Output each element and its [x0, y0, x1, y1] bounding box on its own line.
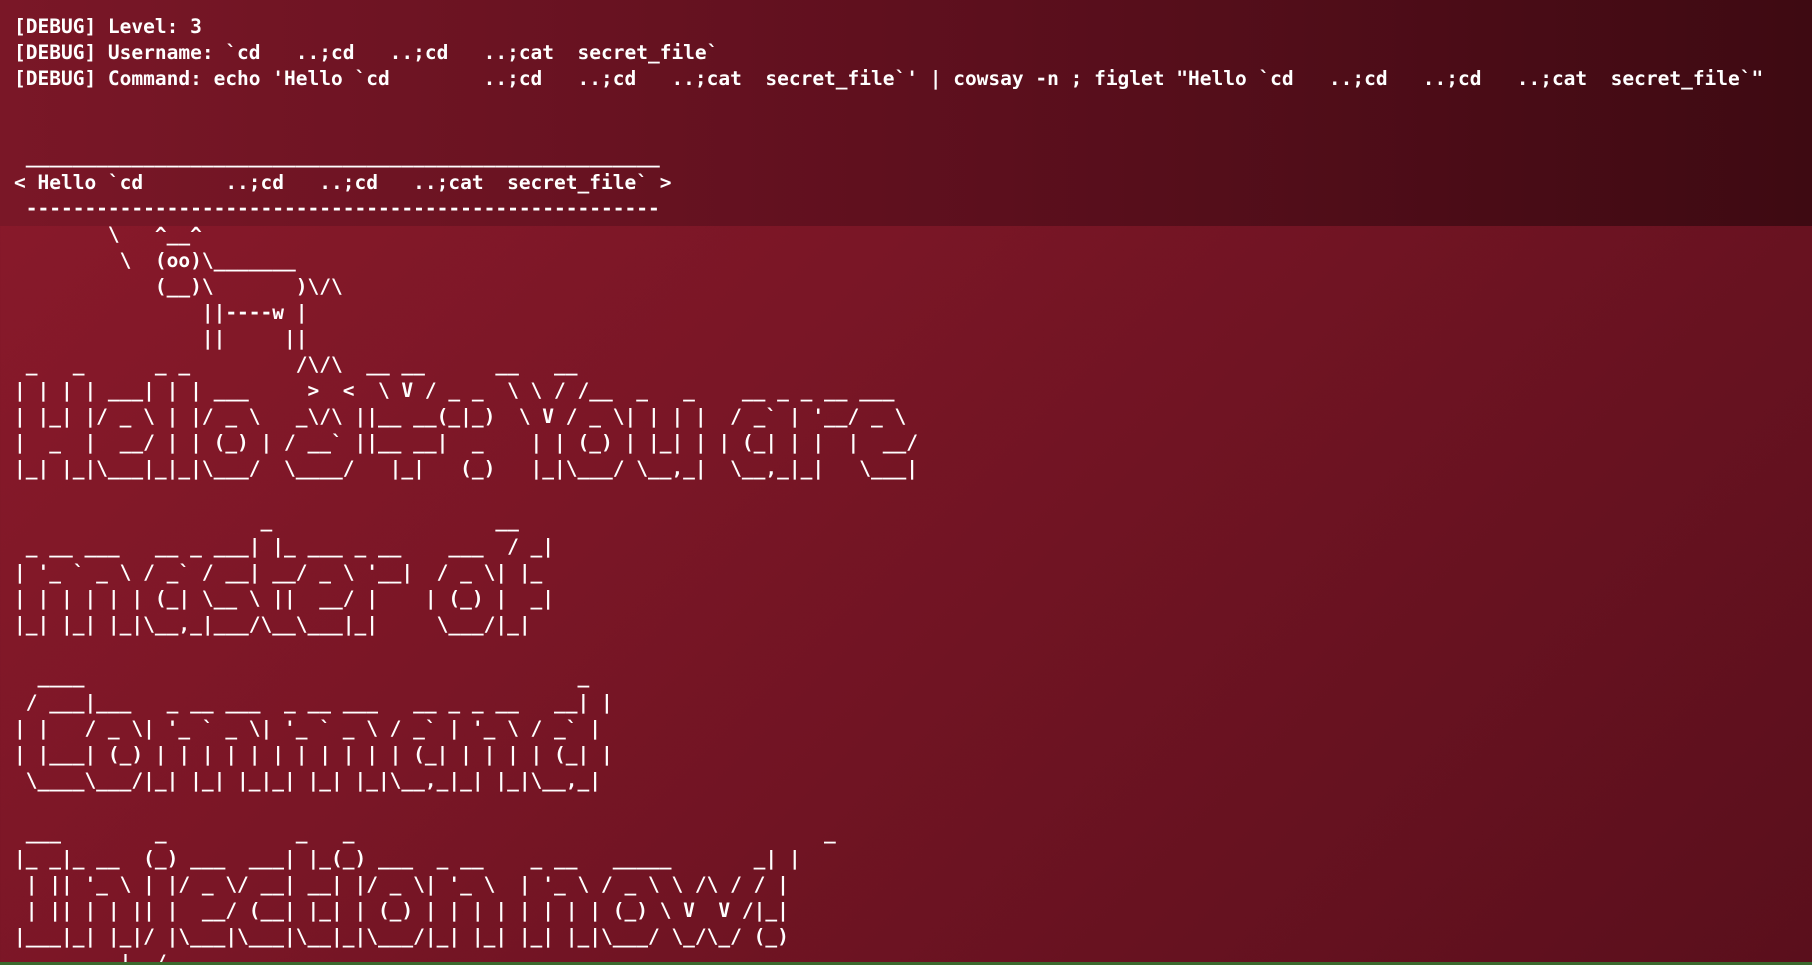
figlet-line: | |_| |/ _ \ | |/ _ \ _\/\ ||__ __(_|_) …: [14, 405, 907, 428]
figlet-line: [14, 482, 1763, 508]
figlet-line: | | | | ___| | | ___ > < \ V / _ _ \ \ /…: [14, 379, 895, 402]
figlet-line: _ __ ___ __ _ ___| |_ ___ _ __ ___ / _|: [14, 535, 555, 558]
figlet-line: |_| |_| |_|\__,_|___/\__\___|_| \___/|_|: [14, 613, 531, 636]
figlet-line: | || | | || | __/ (__| |_| | (_) | | | |…: [14, 899, 789, 922]
cowsay-cow-line: \ ^__^: [14, 223, 202, 246]
figlet-line: | | | | | | (_| \__ \ || __/ | | (_) | _…: [14, 587, 555, 610]
debug-command-line: [DEBUG] Command: echo 'Hello `cd ..;cd .…: [14, 67, 1764, 90]
figlet-line: / ___|___ _ __ ___ _ __ ___ __ _ _ __ __…: [14, 691, 613, 714]
figlet-line: |_ _|_ __ (_) ___ ___| |_(_) ___ _ __ _ …: [14, 847, 801, 870]
figlet-line: | '_ ` _ \ / _` / __| __/ _ \ '__| / _ \…: [14, 561, 543, 584]
cowsay-cow-line: || ||: [14, 327, 308, 350]
debug-username-line: [DEBUG] Username: `cd ..;cd ..;cd ..;cat…: [14, 41, 719, 64]
figlet-line: [14, 794, 1763, 820]
terminal-output: [DEBUG] Level: 3 [DEBUG] Username: `cd ..…: [14, 14, 1763, 965]
figlet-line: [14, 638, 1763, 664]
cowsay-cow-line: \ (oo)\_______: [14, 249, 296, 272]
figlet-line: | || '_ \ | |/ _ \/ __| __| |/ _ \| '_ \…: [14, 873, 789, 896]
cowsay-bubble-text: < Hello `cd ..;cd ..;cd ..;cat secret_fi…: [14, 171, 672, 194]
figlet-line: | |___| (_) | | | | | | | | | | | (_| | …: [14, 743, 613, 766]
figlet-line: |___|_| |_|/ |\___|\___|\__|_|\___/|_| |…: [14, 925, 789, 948]
debug-level-line: [DEBUG] Level: 3: [14, 15, 202, 38]
figlet-line: |_| |_|\___|_|_|\___/ \____/ |_| (_) |_|…: [14, 457, 918, 480]
figlet-line: \____\___/|_| |_| |_|_| |_| |_|\__,_|_| …: [14, 769, 601, 792]
figlet-line: | | / _ \| '_ ` _ \| '_ ` _ \ / _` | '_ …: [14, 717, 601, 740]
figlet-line: ____ _: [14, 665, 590, 688]
figlet-line: | _ | __/ | | (_) | / __` ||__ __| _ | |…: [14, 431, 918, 454]
cowsay-cow-line: (__)\ )\/\: [14, 275, 343, 298]
cowsay-bubble-bottom: ----------------------------------------…: [14, 197, 660, 220]
figlet-line: ___ _ _ _ _: [14, 821, 836, 844]
figlet-line: _ __: [14, 509, 519, 532]
cowsay-cow-line: ||----w |: [14, 301, 308, 324]
figlet-line: _ _ _ _ /\/\ __ __ __ __: [14, 353, 578, 376]
cowsay-bubble-top: ________________________________________…: [14, 145, 660, 168]
